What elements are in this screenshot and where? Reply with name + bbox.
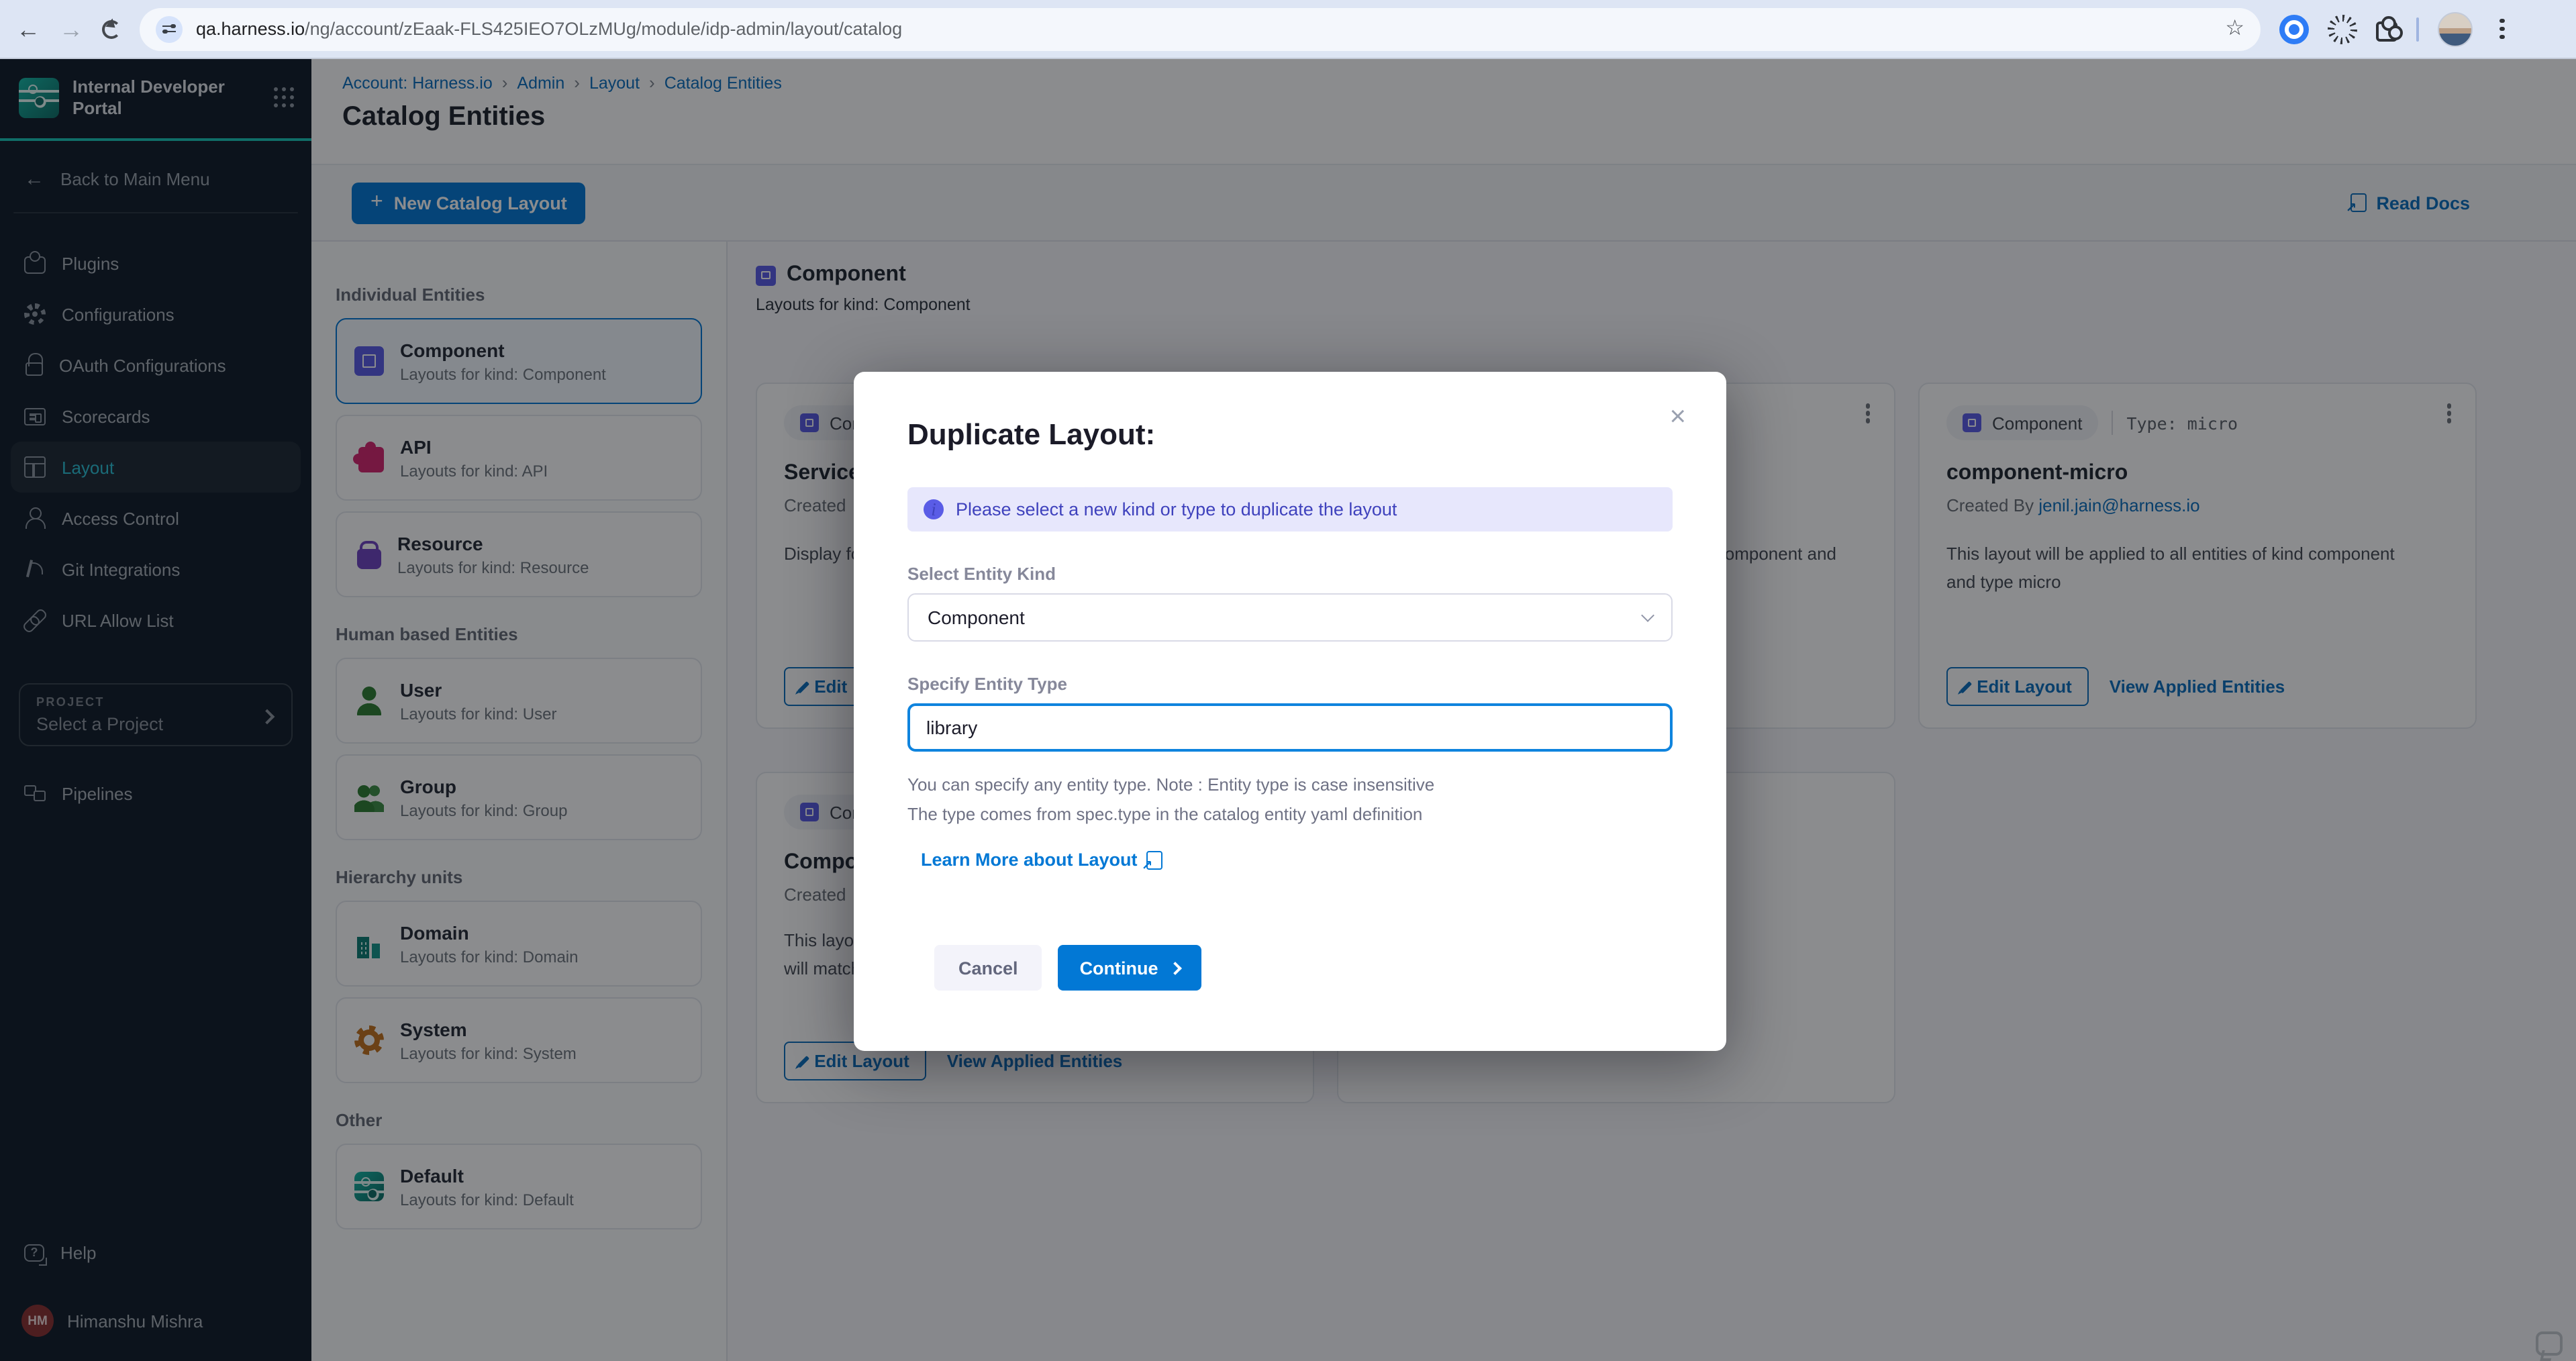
screen: ← → qa.harness.io/ng/account/zEaak-FLS42… [0,0,2576,1361]
forward-icon[interactable]: → [59,17,83,41]
continue-button[interactable]: Continue [1058,945,1201,991]
duplicate-layout-modal: Duplicate Layout: × i Please select a ne… [854,372,1726,1051]
chevron-right-icon [1169,961,1182,974]
chevron-down-icon [1641,608,1654,621]
bookmark-star-icon[interactable]: ☆ [2225,18,2244,40]
info-icon: i [924,499,944,519]
helper-text: You can specify any entity type. Note : … [907,770,1673,828]
entity-type-input[interactable] [907,703,1673,752]
info-banner: i Please select a new kind or type to du… [907,487,1673,532]
back-icon[interactable]: ← [16,17,40,41]
extension-icon[interactable] [2328,14,2357,44]
toolbar-divider [2416,17,2419,41]
doc-arrow-icon [1147,850,1163,869]
close-icon[interactable]: × [1661,401,1694,432]
type-field-label: Specify Entity Type [907,674,1673,694]
modal-buttons: Cancel Continue [934,945,1673,991]
browser-toolbar: ← → qa.harness.io/ng/account/zEaak-FLS42… [0,0,2576,59]
password-manager-extension-icon[interactable] [2279,14,2309,44]
kind-field-label: Select Entity Kind [907,564,1673,584]
site-settings-icon[interactable] [156,15,183,42]
browser-menu-icon[interactable] [2499,27,2504,32]
url-text: qa.harness.io/ng/account/zEaak-FLS425IEO… [196,19,2212,39]
reload-icon[interactable] [102,19,121,38]
browser-profile-avatar[interactable] [2438,11,2473,46]
app-window: Internal Developer Portal ← Back to Main… [0,59,2576,1361]
cancel-button[interactable]: Cancel [934,945,1042,991]
modal-title: Duplicate Layout: [907,417,1673,452]
extensions-puzzle-icon[interactable] [2376,21,2397,42]
url-bar[interactable]: qa.harness.io/ng/account/zEaak-FLS425IEO… [140,7,2261,50]
learn-more-link[interactable]: Learn More about Layout [921,850,1163,870]
entity-kind-select[interactable]: Component [907,593,1673,642]
